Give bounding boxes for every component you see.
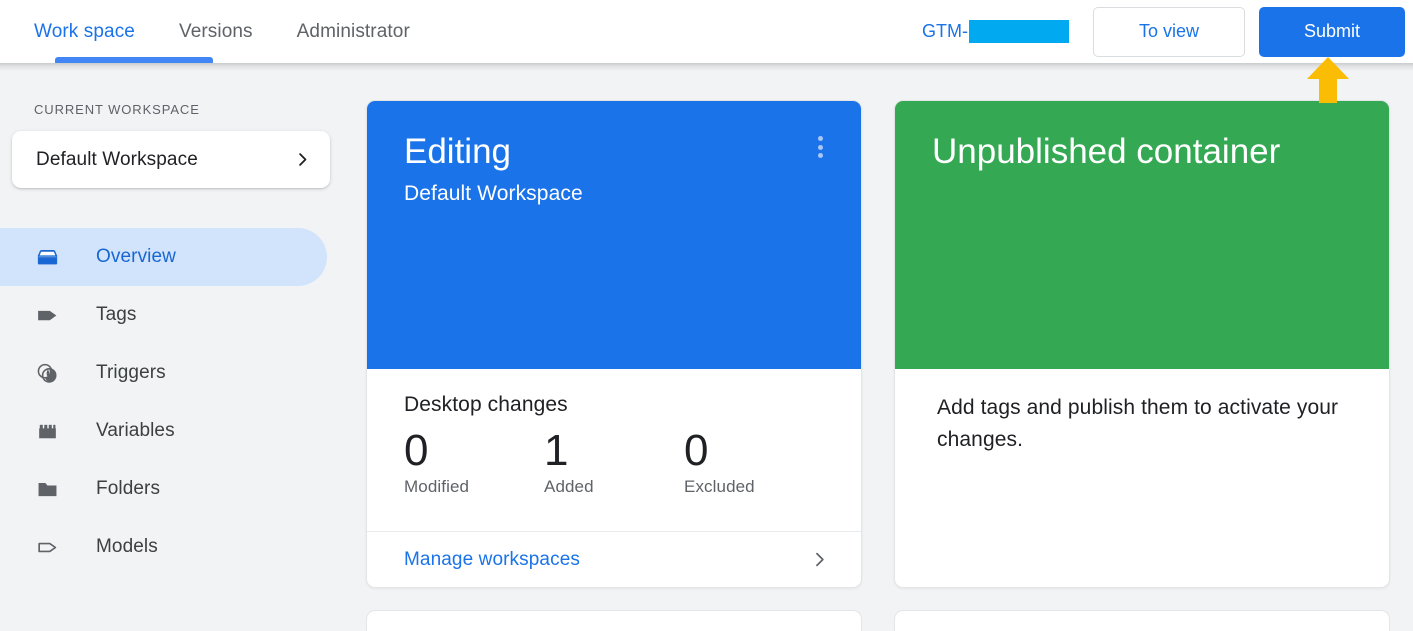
sidebar-item-tags[interactable]: Tags [0,286,327,344]
changes-stats: 0 Modified 1 Added 0 Excluded [404,423,824,497]
stat-excluded: 0 Excluded [684,423,824,497]
editing-card-title: Editing [404,132,512,171]
container-id-redaction-block [969,20,1069,43]
tab-workspace-label: Work space [34,20,135,42]
stat-modified-value: 0 [404,426,429,475]
stat-modified: 0 Modified [404,423,544,497]
workspace-selector[interactable]: Default Workspace [12,131,330,188]
manage-workspaces-link: Manage workspaces [404,548,580,570]
tab-administrator-label: Administrator [296,20,410,42]
sidebar-item-models[interactable]: Models [0,518,327,576]
unpublished-container-body: Add tags and publish them to activate yo… [895,369,1389,587]
editing-card: Editing Default Workspace Desktop change… [366,100,862,588]
gtm-workspace-page: Work space Versions Administrator GTM- T… [0,0,1413,631]
manage-workspaces-row[interactable]: Manage workspaces [367,531,861,587]
workspace-selector-name: Default Workspace [36,148,198,170]
header-actions: GTM- To view Submit [922,0,1413,63]
sidebar-item-tags-label: Tags [96,304,137,325]
tab-administrator[interactable]: Administrator [275,0,432,63]
editing-card-body: Desktop changes 0 Modified 1 Added 0 Exc… [367,369,861,531]
to-view-button[interactable]: To view [1093,6,1245,57]
sidebar-item-variables-label: Variables [96,420,175,441]
next-card-left[interactable] [366,610,862,631]
sidebar-item-overview[interactable]: Overview [0,228,327,286]
editing-card-subtitle: Default Workspace [404,182,583,205]
top-header: Work space Versions Administrator GTM- T… [0,0,1413,63]
sidebar-item-folders-label: Folders [96,478,161,499]
next-card-right[interactable] [894,610,1390,631]
tab-workspace[interactable]: Work space [0,0,157,63]
container-id[interactable]: GTM- [922,20,1069,43]
variables-icon [34,418,60,444]
unpublished-container-title: Unpublished container [932,132,1281,171]
desktop-changes-heading: Desktop changes [404,393,568,416]
unpublished-container-banner: Unpublished container [895,101,1389,369]
kebab-dot [817,144,823,150]
kebab-dot [817,136,823,141]
tab-versions-label: Versions [178,20,253,42]
triggers-icon [34,360,60,386]
current-workspace-label: CURRENT WORKSPACE [34,102,200,117]
tag-filled-icon [34,302,60,328]
header-shadow [0,63,1413,71]
stat-added-label: Added [544,477,594,496]
sidebar-item-triggers-label: Triggers [96,362,166,383]
main-content: Editing Default Workspace Desktop change… [340,71,1413,631]
stat-added: 1 Added [544,423,684,497]
sidebar-item-models-label: Models [96,536,158,557]
stat-excluded-label: Excluded [684,477,755,496]
sidebar-item-overview-label: Overview [96,246,176,267]
folder-icon [34,476,60,502]
sidebar-item-variables[interactable]: Variables [0,402,327,460]
tab-versions[interactable]: Versions [157,0,275,63]
editing-card-banner: Editing Default Workspace [367,101,861,369]
submit-button-label: Submit [1303,21,1361,41]
stat-added-value: 1 [544,426,569,475]
overview-cards-row: Editing Default Workspace Desktop change… [340,71,1413,588]
next-cards-row [340,588,1413,631]
chevron-right-icon [299,153,307,166]
unpublished-container-card: Unpublished container Add tags and publi… [894,100,1390,588]
sidebar-nav: Overview Tags Triggers Variables Folders… [0,228,340,576]
kebab-dot [817,153,823,158]
tag-outline-icon [34,534,60,560]
stat-modified-label: Modified [404,477,470,496]
chevron-right-icon [816,552,824,567]
active-tab-indicator [55,57,213,63]
stat-excluded-value: 0 [684,426,709,475]
container-id-prefix: GTM- [922,21,968,41]
kebab-menu-icon[interactable] [807,133,833,161]
sidebar-item-triggers[interactable]: Triggers [0,344,327,402]
sidebar-item-folders[interactable]: Folders [0,460,327,518]
to-view-button-label: To view [1138,21,1200,41]
unpublished-container-text: Add tags and publish them to activate yo… [937,396,1339,451]
submit-button[interactable]: Submit [1259,6,1405,57]
inbox-icon [34,244,60,270]
sidebar: CURRENT WORKSPACE Default Workspace Over… [0,71,340,631]
primary-tabs: Work space Versions Administrator [0,0,432,63]
